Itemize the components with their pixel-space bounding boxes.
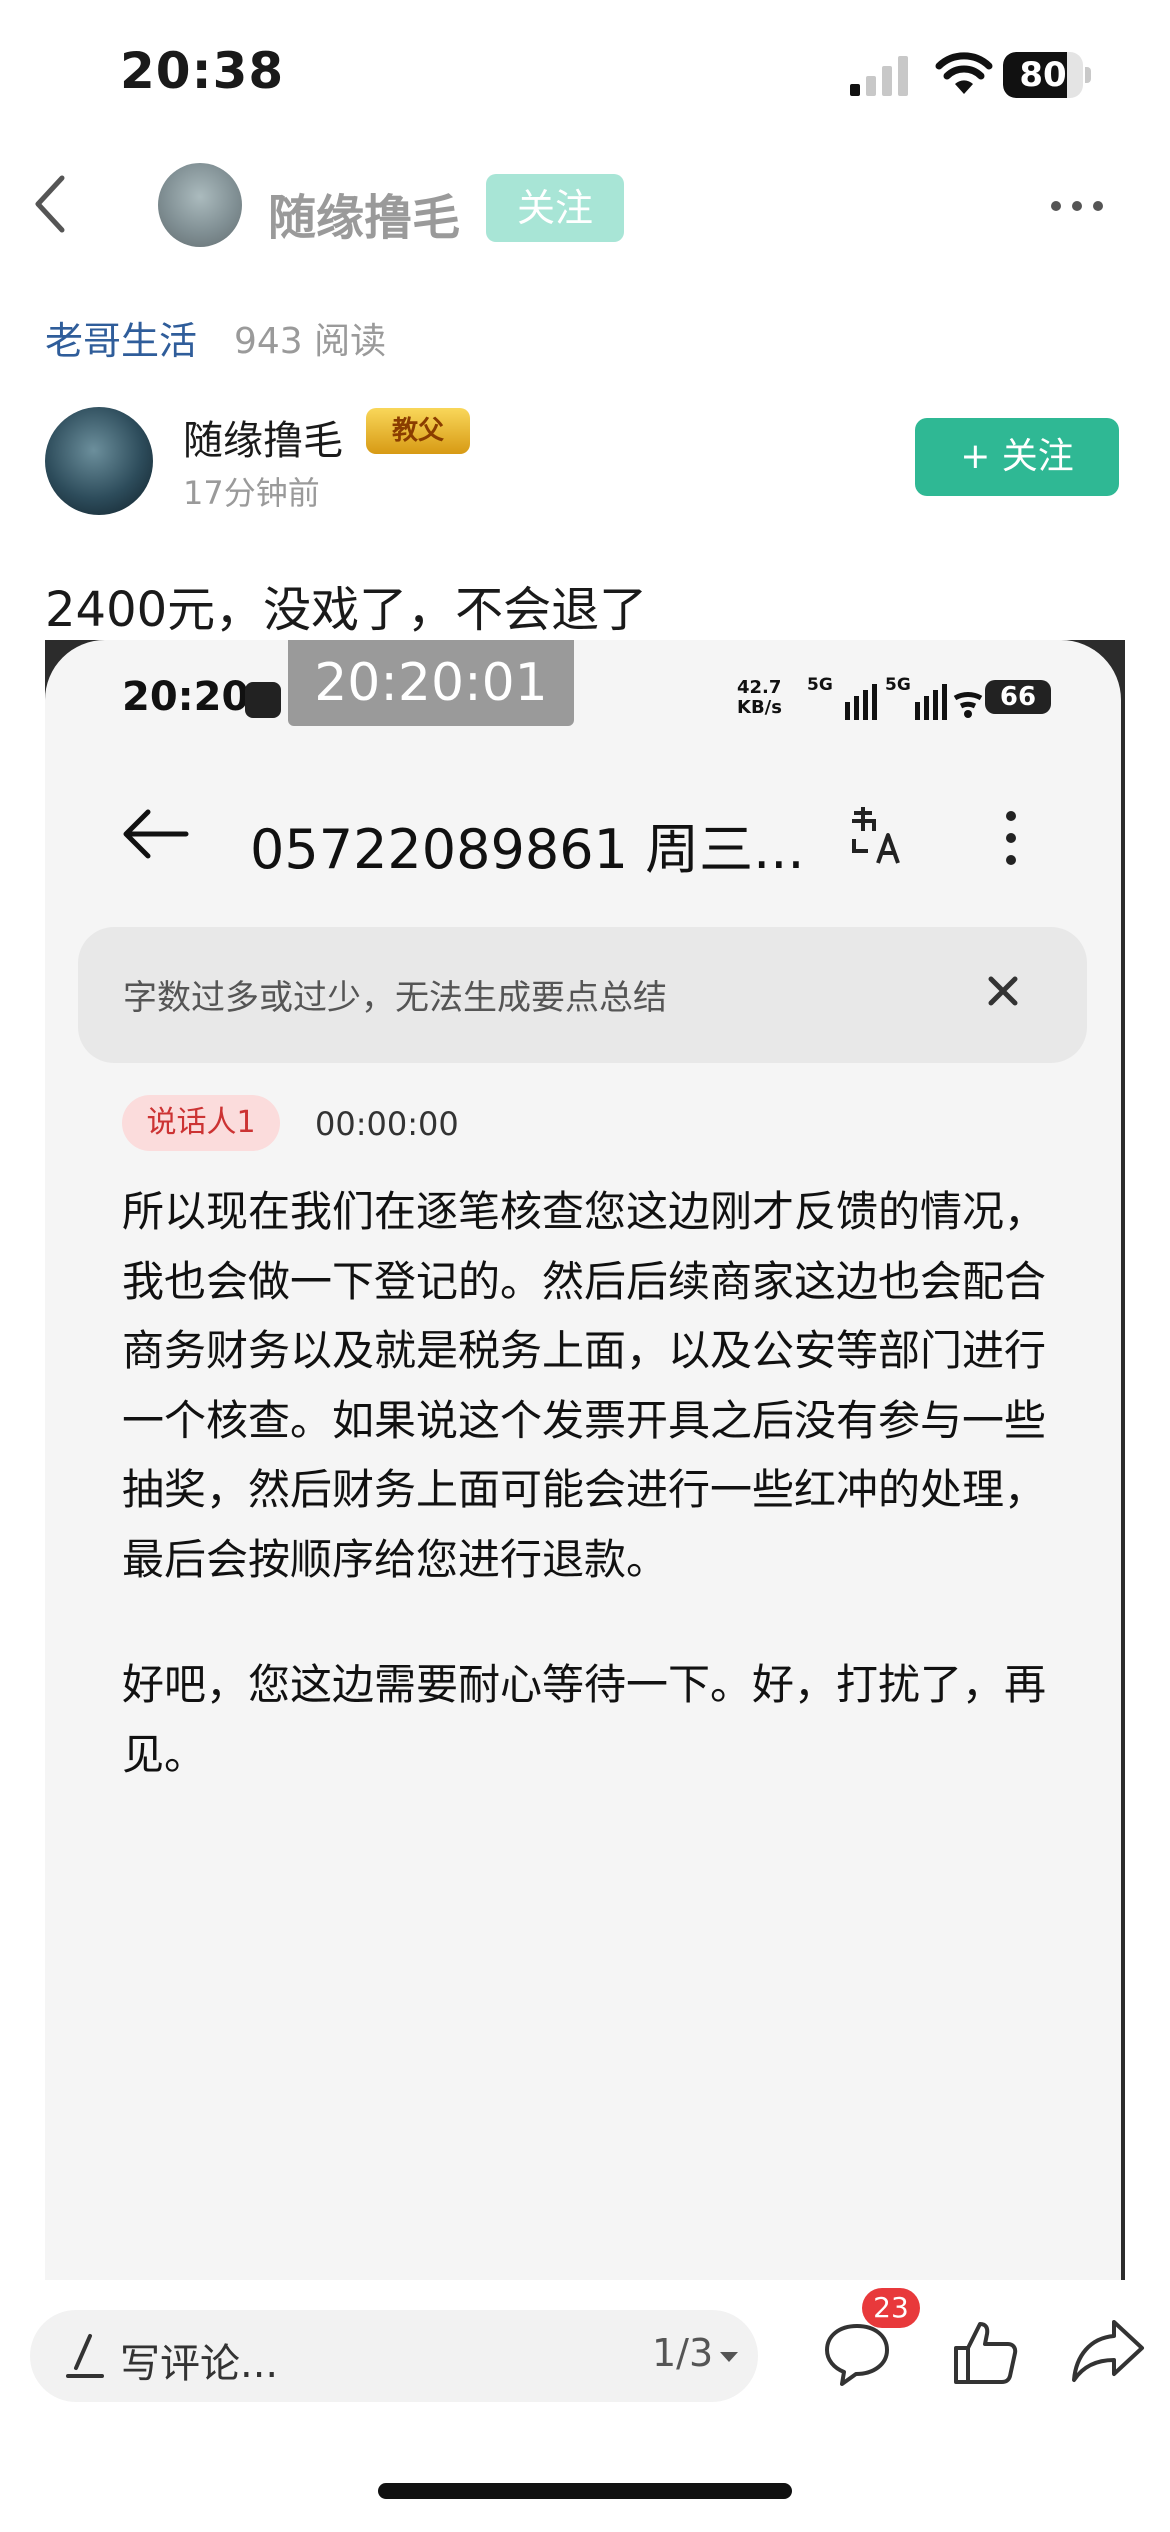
read-count: 943 阅读 [234,321,387,362]
recording-icon [245,682,281,718]
page-indicator[interactable]: 1/3 [652,2331,713,2375]
transcript-paragraph: 所以现在我们在逐笔核查您这边刚才反馈的情况，我也会做一下登记的。然后后续商家这边… [122,1187,1047,1584]
network-type-2: 5G [885,676,911,695]
network-speed-value: 42.7 [737,677,782,698]
comment-count-badge: 23 [862,2288,920,2328]
close-icon [988,976,1018,1006]
comment-icon[interactable] [822,2318,892,2390]
nav-follow-button[interactable]: 关注 [486,174,624,242]
cellular-signal-icon [850,56,908,96]
post-time: 17分钟前 [183,474,320,512]
recording-timer: 20:20:01 [288,640,574,726]
back-icon[interactable] [30,172,70,236]
post-image[interactable]: 20:20 20:20:01 42.7 KB/s 5G 5G 66 057220… [45,640,1125,2280]
translate-icon [852,807,900,864]
battery-icon: 80 [1003,52,1091,100]
transcript-paragraph: 好吧，您这边需要耐心等待一下。好，打扰了，再见。 [122,1660,1047,1779]
comment-placeholder[interactable]: 写评论... [120,2331,278,2389]
nav-avatar[interactable] [158,163,242,247]
category-link[interactable]: 老哥生活 [45,310,197,365]
transcript-timestamp: 00:00:00 [315,1105,459,1143]
screenshot-signal-icons: 5G 5G [807,676,983,720]
battery-level: 80 [1019,55,1067,95]
recording-title: 05722089861 周三... [250,818,805,881]
status-time: 20:38 [120,42,285,100]
chevron-down-icon[interactable] [718,2350,740,2364]
more-icon[interactable] [1050,198,1104,214]
author-name[interactable]: 随缘撸毛 [183,408,343,466]
post-text: 2400元，没戏了，不会退了 [45,582,648,638]
like-icon[interactable] [950,2316,1020,2388]
network-speed: 42.7 KB/s [737,678,782,718]
author-avatar[interactable] [45,407,153,515]
screenshot-status-time: 20:20 [122,674,250,720]
network-speed-unit: KB/s [737,697,782,718]
screenshot-back-arrow-icon [123,809,189,859]
network-type-1: 5G [807,676,833,695]
wifi-icon [935,52,993,94]
share-icon[interactable] [1070,2316,1146,2386]
speaker-tag: 说话人1 [122,1095,280,1151]
pen-icon [66,2334,104,2378]
screenshot-battery: 66 [985,680,1051,714]
nav-author-name[interactable]: 随缘撸毛 [268,178,460,248]
screenshot-kebab-icon [1006,811,1016,865]
author-rank-badge: 教父 [366,408,470,454]
follow-button[interactable]: + 关注 [915,418,1119,496]
summary-notice-text: 字数过多或过少，无法生成要点总结 [123,978,667,1018]
home-indicator[interactable] [378,2483,792,2499]
